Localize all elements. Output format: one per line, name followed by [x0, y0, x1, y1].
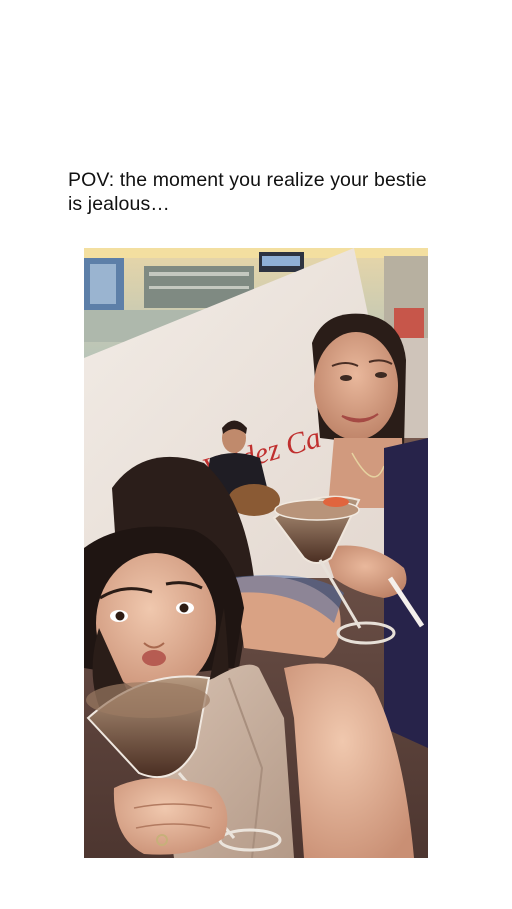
selfie-photo: Valdez Ca	[84, 248, 428, 858]
caption-line-1: POV: the moment you realize your bestie	[68, 169, 427, 191]
selfie-illustration: Valdez Ca	[84, 248, 428, 858]
caption: POV: the moment you realize your bestie …	[68, 168, 448, 216]
caption-line-2: is jealous…	[68, 193, 170, 215]
story-page: POV: the moment you realize your bestie …	[0, 0, 512, 909]
